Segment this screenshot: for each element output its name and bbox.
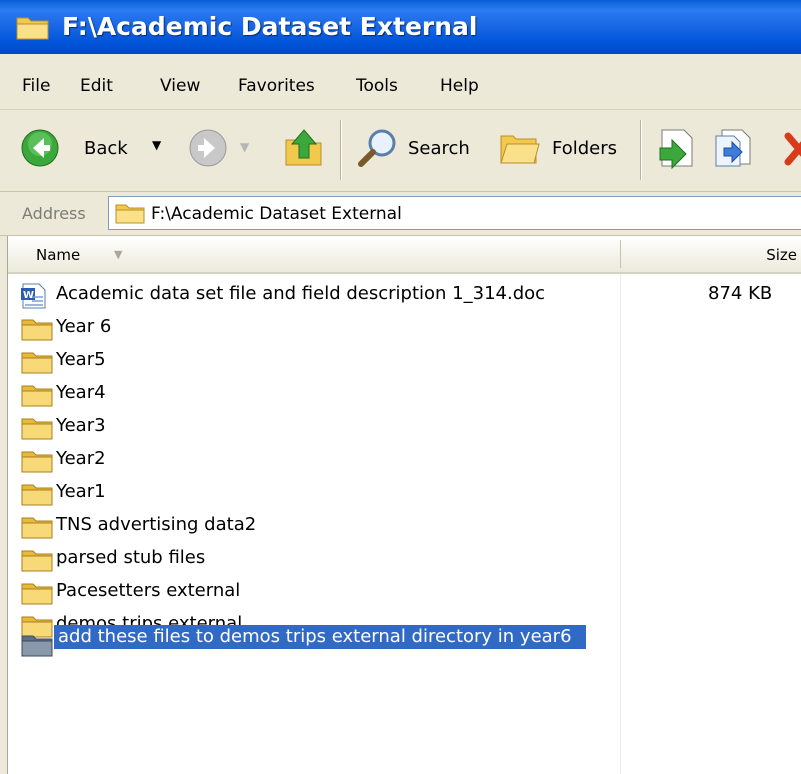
folder-icon <box>21 418 53 440</box>
file-size: 874 KB <box>708 283 773 304</box>
toolbar: Back ▼ ▼ Search Folders <box>0 110 801 192</box>
word-document-icon: W <box>21 283 46 309</box>
folder-name: add these files to demos trips external … <box>54 625 586 649</box>
folder-name: TNS advertising data2 <box>56 514 257 535</box>
copy-to-icon[interactable] <box>712 126 756 170</box>
menu-favorites[interactable]: Favorites <box>238 76 315 96</box>
column-divider[interactable] <box>620 240 621 268</box>
folder-name: Year 6 <box>56 316 112 337</box>
folder-name: Year3 <box>56 415 106 436</box>
menu-edit[interactable]: Edit <box>80 76 113 96</box>
folders-icon <box>500 135 540 164</box>
menu-file[interactable]: File <box>22 76 50 96</box>
back-dropdown-icon[interactable]: ▼ <box>152 138 161 152</box>
address-label: Address <box>22 204 86 223</box>
address-bar: Address F:\Academic Dataset External <box>0 192 801 236</box>
column-header-size[interactable]: Size <box>766 246 797 264</box>
svg-text:W: W <box>23 290 34 301</box>
move-to-icon[interactable] <box>656 126 700 170</box>
forward-dropdown-icon[interactable]: ▼ <box>240 140 249 154</box>
column-header-name[interactable]: Name <box>36 246 80 264</box>
title-bar[interactable]: F:\Academic Dataset External <box>0 0 801 54</box>
pane-edge <box>0 236 8 774</box>
forward-button[interactable]: ▼ <box>188 128 268 168</box>
search-label: Search <box>408 138 470 159</box>
folder-icon <box>21 517 53 539</box>
address-value: F:\Academic Dataset External <box>151 204 402 224</box>
folder-name: Year2 <box>56 448 106 469</box>
folder-icon <box>21 550 53 572</box>
file-name: Academic data set file and field descrip… <box>56 283 546 304</box>
menu-help[interactable]: Help <box>440 76 479 96</box>
folder-name: Year4 <box>56 382 106 403</box>
search-icon <box>358 129 396 167</box>
folder-icon <box>21 583 53 605</box>
folder-icon <box>21 635 53 657</box>
back-label: Back <box>84 138 128 159</box>
folder-icon <box>21 484 53 506</box>
folder-icon <box>16 17 49 40</box>
window-title: F:\Academic Dataset External <box>62 12 478 41</box>
folder-icon <box>21 319 53 341</box>
address-input[interactable]: F:\Academic Dataset External <box>108 196 801 230</box>
folders-button[interactable]: Folders <box>498 126 628 170</box>
list-header: Name ▼ Size <box>0 236 801 274</box>
back-arrow-icon <box>21 129 59 167</box>
folder-name: Pacesetters external <box>56 580 241 601</box>
folder-name: parsed stub files <box>56 547 206 568</box>
column-gridline <box>620 274 621 774</box>
folder-name: Year1 <box>56 481 106 502</box>
forward-arrow-icon <box>189 129 227 167</box>
search-button[interactable]: Search <box>356 126 486 170</box>
back-button[interactable]: Back ▼ <box>20 128 170 168</box>
folder-icon <box>21 352 53 374</box>
folder-icon <box>21 385 53 407</box>
folder-name: Year5 <box>56 349 106 370</box>
folder-icon <box>115 204 145 224</box>
folder-icon <box>21 451 53 473</box>
delete-icon[interactable] <box>784 132 801 166</box>
menu-bar: File Edit View Favorites Tools Help <box>0 54 801 110</box>
sort-arrow-icon: ▼ <box>114 248 123 261</box>
folders-label: Folders <box>552 138 618 159</box>
menu-tools[interactable]: Tools <box>356 76 398 96</box>
menu-view[interactable]: View <box>160 76 200 96</box>
up-folder-icon[interactable] <box>282 126 326 170</box>
